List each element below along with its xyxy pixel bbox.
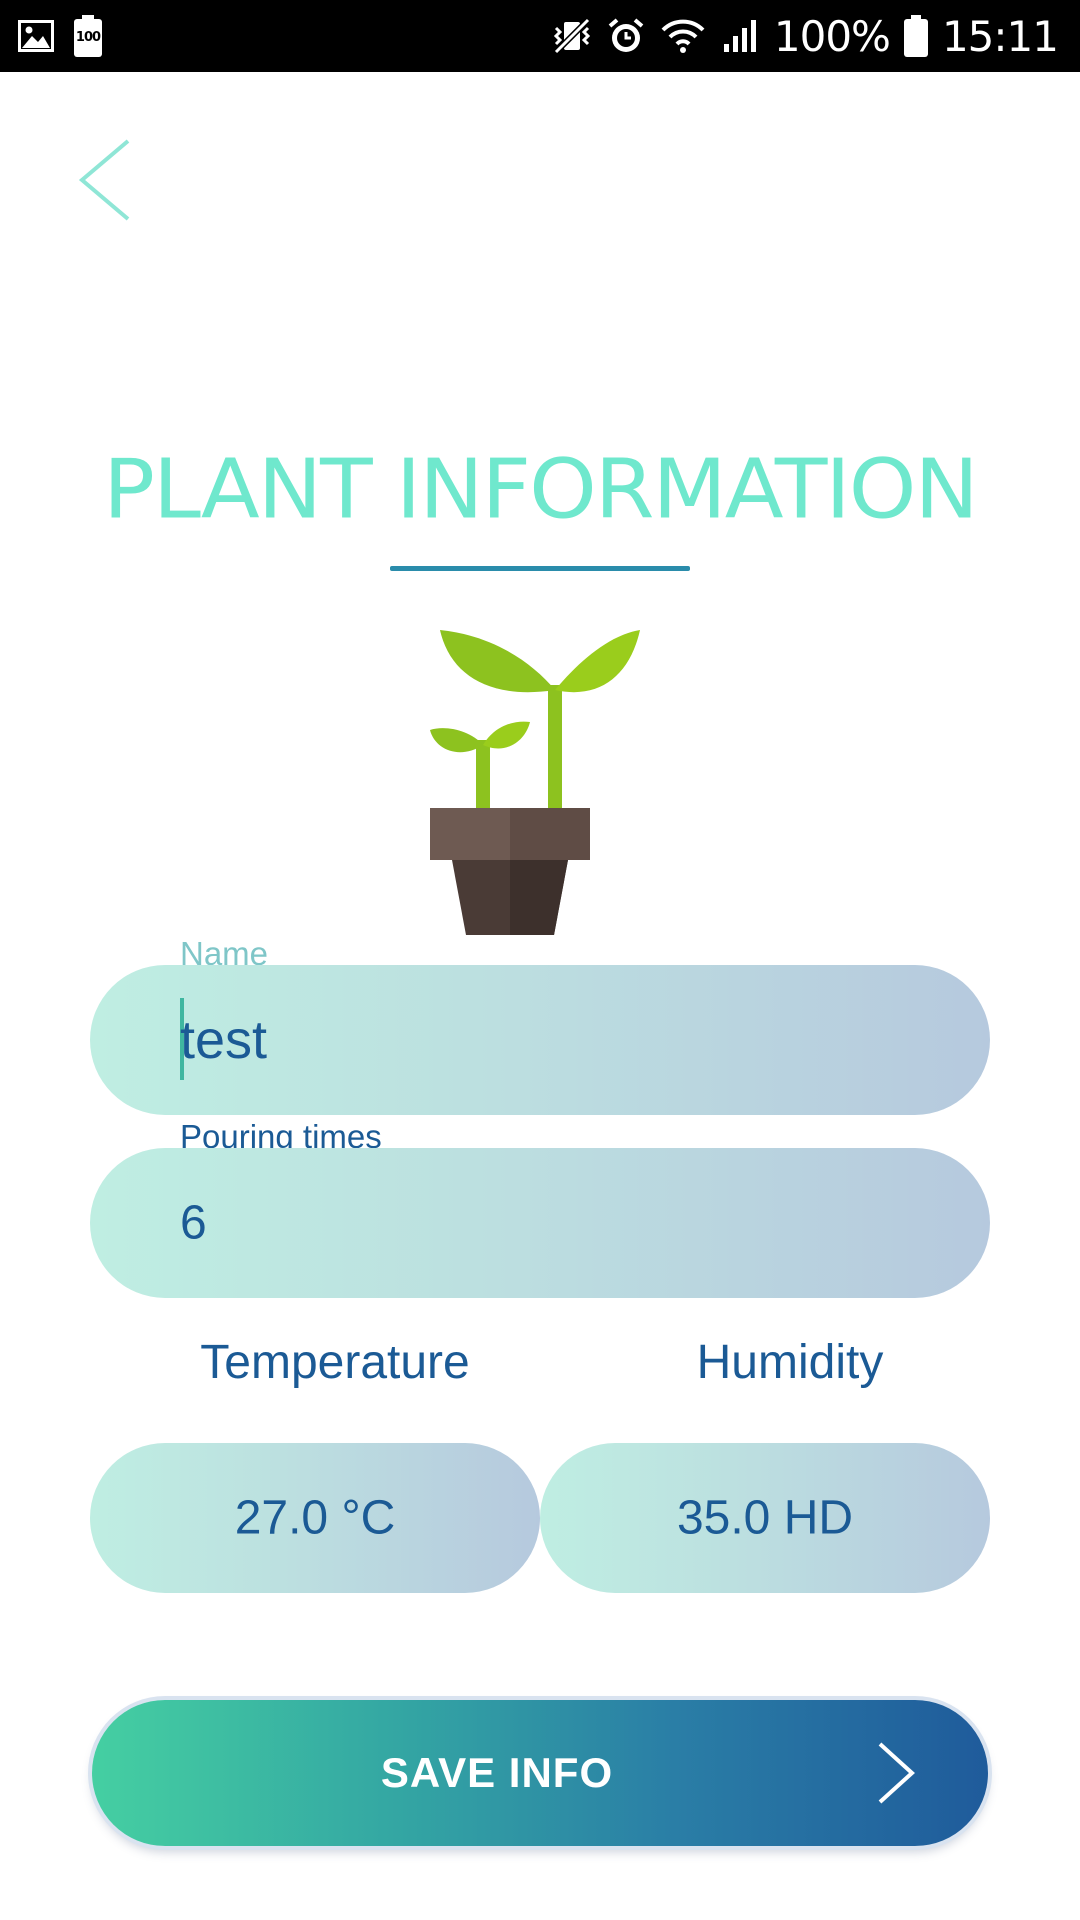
humidity-field[interactable]: 35.0 HD — [540, 1443, 990, 1593]
chevron-left-icon — [78, 139, 130, 221]
battery-icon — [903, 15, 928, 57]
back-button[interactable] — [70, 135, 140, 225]
name-input[interactable]: test — [90, 965, 990, 1115]
battery-percent: 100% — [773, 11, 891, 61]
name-value: test — [180, 1010, 268, 1070]
battery-saver-icon: 100 — [74, 15, 102, 57]
temperature-label: Temperature — [200, 1336, 470, 1389]
chevron-right-icon — [878, 1742, 915, 1804]
title-underline — [390, 566, 690, 571]
page-title: PLANT INFORMATION — [103, 442, 979, 538]
save-info-button[interactable]: SAVE INFO — [92, 1700, 988, 1846]
humidity-value: 35.0 HD — [676, 1491, 854, 1545]
humidity-label: Humidity — [696, 1336, 884, 1389]
status-right-icons: 100% 15:11 — [552, 0, 1059, 72]
status-left-icons: 100 — [18, 14, 102, 58]
pouring-times-input[interactable]: 6 — [90, 1148, 990, 1298]
battery-saver-label: 100 — [75, 30, 101, 45]
wifi-icon — [661, 19, 705, 53]
status-bar: 100 100% 15:11 — [0, 0, 1080, 72]
potted-seedling-icon — [430, 630, 640, 935]
vibrate-icon — [553, 17, 590, 55]
temperature-field[interactable]: 27.0 °C — [90, 1443, 540, 1593]
save-info-label: SAVE INFO — [380, 1749, 614, 1796]
clock: 15:11 — [941, 11, 1059, 61]
signal-icon — [723, 20, 756, 52]
gallery-icon — [18, 20, 54, 52]
pouring-times-value: 6 — [180, 1196, 207, 1250]
temperature-value: 27.0 °C — [234, 1491, 396, 1545]
alarm-icon — [608, 18, 644, 52]
